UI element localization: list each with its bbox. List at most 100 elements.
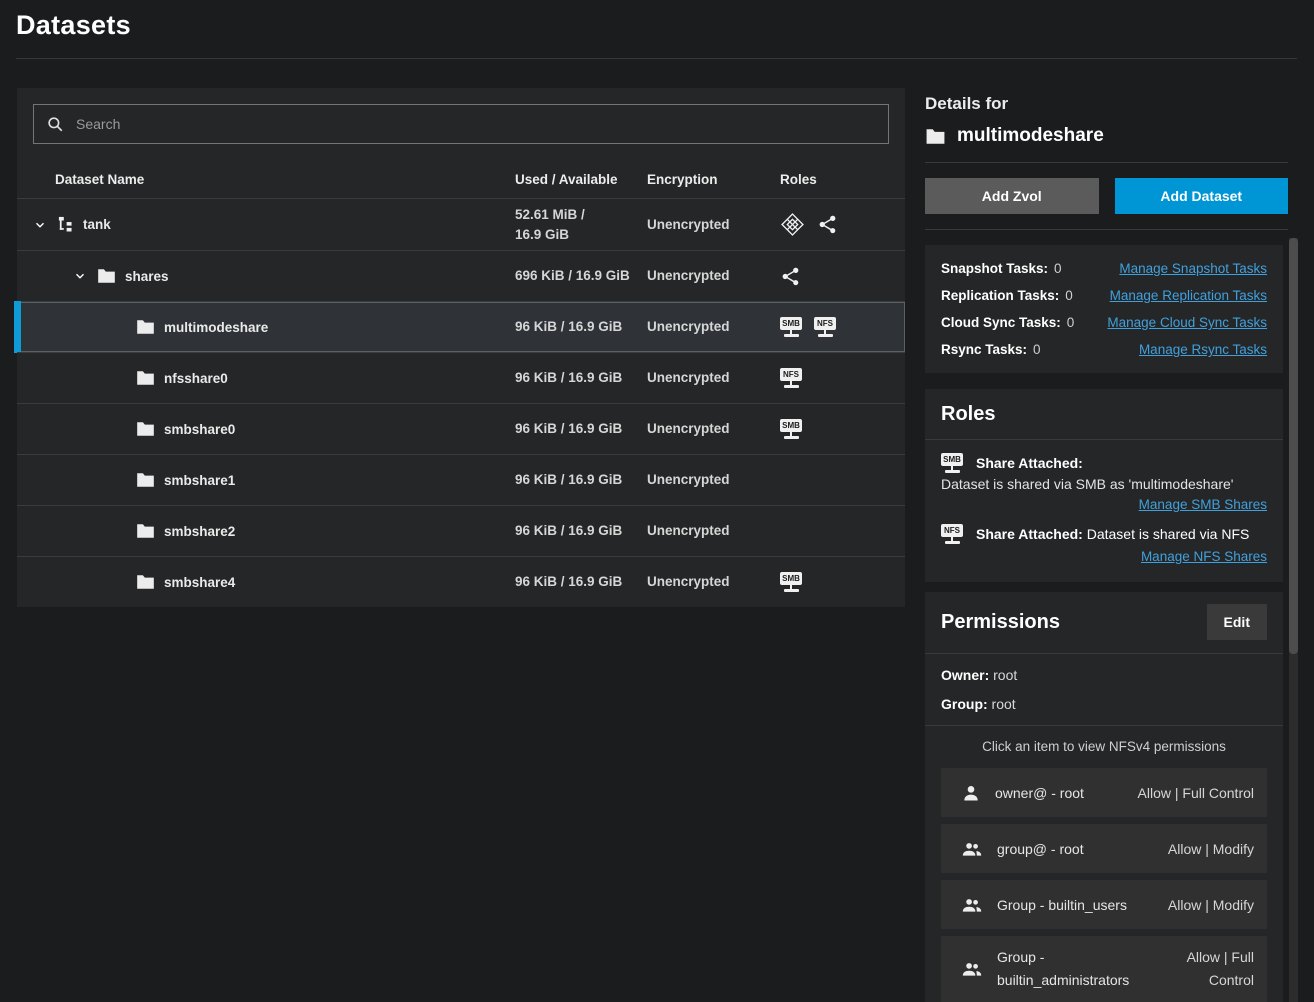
acl-item-builtin-administrators[interactable]: Group - builtin_administrators Allow | F… — [941, 936, 1267, 1002]
encryption-value: Unencrypted — [647, 419, 780, 439]
encryption-value: Unencrypted — [647, 368, 780, 388]
used-available-value: 96 KiB / 16.9 GiB — [515, 572, 647, 592]
details-panel: Details for multimodeshare Add Zvol Add … — [925, 88, 1288, 1002]
manage-cloud-sync-tasks-link[interactable]: Manage Cloud Sync Tasks — [1107, 315, 1267, 330]
snapshot-tasks-row: Snapshot Tasks:0 Manage Snapshot Tasks — [941, 255, 1267, 282]
permissions-title: Permissions — [941, 611, 1060, 634]
share-icon — [817, 214, 838, 235]
nfs-share-description: Dataset is shared via NFS — [1087, 526, 1250, 542]
manage-rsync-tasks-link[interactable]: Manage Rsync Tasks — [1139, 342, 1267, 357]
folder-icon — [136, 319, 155, 335]
encryption-value: Unencrypted — [647, 266, 780, 286]
used-available-value: 96 KiB / 16.9 GiB — [515, 317, 647, 337]
column-used-available: Used / Available — [515, 172, 647, 187]
search-input[interactable] — [76, 116, 876, 132]
column-dataset-name: Dataset Name — [17, 172, 515, 187]
nfs-share-icon: NFS — [941, 524, 963, 544]
permissions-card: Permissions Edit Owner: root Group: root… — [925, 592, 1283, 1002]
divider — [925, 725, 1283, 726]
table-row-tank[interactable]: tank 52.61 MiB /16.9 GiB Unencrypted — [17, 198, 905, 250]
acl-item-owner[interactable]: owner@ - root Allow | Full Control — [941, 768, 1267, 817]
scrollbar-track[interactable] — [1289, 238, 1298, 1002]
people-icon — [961, 839, 983, 859]
dataset-name: smbshare0 — [164, 422, 235, 437]
roles-cell: SMB NFS — [780, 317, 905, 337]
encryption-value: Unencrypted — [647, 215, 780, 235]
acl-item-builtin-users[interactable]: Group - builtin_users Allow | Modify — [941, 880, 1267, 929]
system-dataset-icon — [780, 212, 805, 237]
nfsv4-hint: Click an item to view NFSv4 permissions — [941, 739, 1267, 754]
folder-icon — [925, 128, 946, 145]
edit-permissions-button[interactable]: Edit — [1207, 604, 1267, 640]
smb-share-icon: SMB — [941, 453, 963, 473]
dataset-name: nfsshare0 — [164, 371, 228, 386]
cloud-sync-tasks-row: Cloud Sync Tasks:0 Manage Cloud Sync Tas… — [941, 309, 1267, 336]
used-available-value: 96 KiB / 16.9 GiB — [515, 470, 647, 490]
encryption-value: Unencrypted — [647, 521, 780, 541]
acl-item-group[interactable]: group@ - root Allow | Modify — [941, 824, 1267, 873]
page-title: Datasets — [16, 10, 131, 41]
add-dataset-button[interactable]: Add Dataset — [1115, 178, 1289, 214]
search-icon — [46, 115, 64, 133]
divider — [925, 229, 1288, 230]
scrollbar-thumb[interactable] — [1289, 238, 1298, 654]
smb-share-icon: SMB — [780, 572, 802, 592]
manage-smb-shares-link[interactable]: Manage SMB Shares — [1139, 497, 1267, 512]
encryption-value: Unencrypted — [647, 572, 780, 592]
roles-title: Roles — [941, 403, 1267, 426]
dataset-name: shares — [125, 269, 169, 284]
smb-share-icon: SMB — [780, 419, 802, 439]
manage-snapshot-tasks-link[interactable]: Manage Snapshot Tasks — [1119, 261, 1267, 276]
chevron-down-icon[interactable] — [32, 218, 48, 232]
people-icon — [961, 959, 983, 979]
encryption-value: Unencrypted — [647, 317, 780, 337]
add-zvol-button[interactable]: Add Zvol — [925, 178, 1099, 214]
manage-replication-tasks-link[interactable]: Manage Replication Tasks — [1110, 288, 1267, 303]
folder-icon — [136, 523, 155, 539]
encryption-value: Unencrypted — [647, 470, 780, 490]
search-bar[interactable] — [33, 104, 889, 144]
table-row-smbshare2[interactable]: smbshare2 96 KiB / 16.9 GiB Unencrypted — [17, 505, 905, 556]
selected-dataset-name: multimodeshare — [957, 125, 1104, 147]
divider — [925, 439, 1283, 440]
roles-cell — [780, 212, 905, 237]
smb-share-description: Dataset is shared via SMB as 'multimodes… — [941, 476, 1267, 492]
table-row-nfsshare0[interactable]: nfsshare0 96 KiB / 16.9 GiB Unencrypted … — [17, 352, 905, 403]
nfs-share-icon: NFS — [814, 317, 836, 337]
chevron-down-icon[interactable] — [72, 269, 88, 283]
folder-icon — [136, 370, 155, 386]
folder-icon — [136, 472, 155, 488]
roles-cell: NFS — [780, 368, 905, 388]
details-heading: Details for — [925, 94, 1288, 114]
table-row-multimodeshare[interactable]: multimodeshare 96 KiB / 16.9 GiB Unencry… — [17, 301, 905, 352]
owner-line: Owner: root — [941, 667, 1267, 683]
group-line: Group: root — [941, 696, 1267, 712]
table-row-smbshare1[interactable]: smbshare1 96 KiB / 16.9 GiB Unencrypted — [17, 454, 905, 505]
folder-icon — [97, 268, 116, 284]
header-divider — [16, 58, 1297, 59]
used-available-value: 96 KiB / 16.9 GiB — [515, 521, 647, 541]
used-available-value: 96 KiB / 16.9 GiB — [515, 368, 647, 388]
table-row-smbshare0[interactable]: smbshare0 96 KiB / 16.9 GiB Unencrypted … — [17, 403, 905, 454]
table-header: Dataset Name Used / Available Encryption… — [17, 160, 905, 198]
share-attached-label: Share Attached: — [976, 526, 1083, 542]
column-encryption: Encryption — [647, 172, 780, 187]
dataset-name: tank — [83, 217, 111, 232]
folder-icon — [136, 421, 155, 437]
roles-cell — [780, 266, 905, 287]
dataset-root-icon — [57, 216, 74, 233]
column-roles: Roles — [780, 172, 905, 187]
divider — [925, 653, 1283, 654]
roles-cell: SMB — [780, 572, 905, 592]
folder-icon — [136, 574, 155, 590]
tasks-card: Snapshot Tasks:0 Manage Snapshot Tasks R… — [925, 245, 1283, 373]
roles-cell: SMB — [780, 419, 905, 439]
used-available-value: 696 KiB / 16.9 GiB — [515, 266, 647, 286]
datasets-table-card: Dataset Name Used / Available Encryption… — [17, 88, 905, 607]
used-available-value: 52.61 MiB /16.9 GiB — [515, 205, 647, 245]
manage-nfs-shares-link[interactable]: Manage NFS Shares — [1141, 549, 1267, 564]
table-row-shares[interactable]: shares 696 KiB / 16.9 GiB Unencrypted — [17, 250, 905, 301]
table-row-smbshare4[interactable]: smbshare4 96 KiB / 16.9 GiB Unencrypted … — [17, 556, 905, 607]
roles-card: Roles SMB Share Attached: Dataset is sha… — [925, 389, 1283, 582]
divider — [925, 162, 1288, 163]
